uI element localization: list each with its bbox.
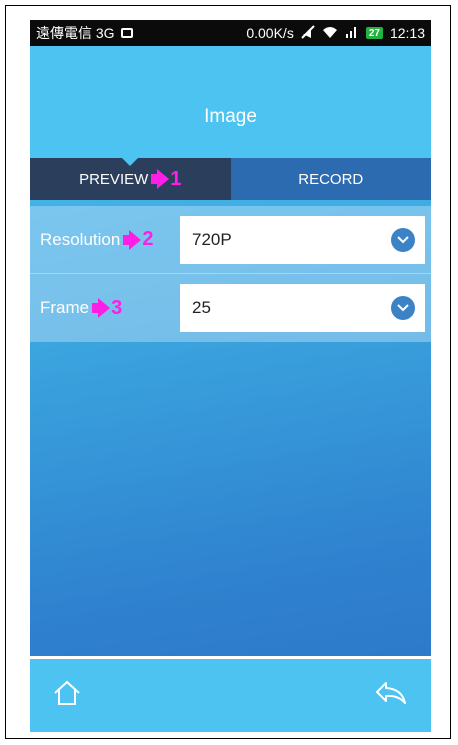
signal-icon (345, 26, 359, 40)
annotation-2: 2 (123, 228, 153, 251)
tab-preview[interactable]: PREVIEW 1 (30, 158, 231, 200)
annotation-1: 1 (151, 168, 181, 191)
app-body: Image PREVIEW 1 RECORD Resolution 2 720P… (30, 46, 431, 732)
phone-screen: 遠傳電信 3G 0.00K/s 27 12:13 Image PREVIEW 1… (30, 20, 431, 732)
settings-panel: Resolution 2 720P Frame 3 25 (30, 206, 431, 342)
annotation-arrow-icon (151, 169, 170, 189)
frame-value: 25 (192, 298, 211, 317)
annotation-number: 3 (111, 296, 123, 319)
back-icon[interactable] (374, 679, 408, 712)
status-bar: 遠傳電信 3G 0.00K/s 27 12:13 (30, 20, 431, 46)
carrier-text: 遠傳電信 3G (36, 25, 115, 41)
frame-row: Frame 3 25 (30, 274, 431, 342)
resolution-row: Resolution 2 720P (30, 206, 431, 274)
annotation-number: 1 (170, 167, 182, 190)
image-notification-icon (120, 28, 133, 38)
tab-record[interactable]: RECORD (230, 158, 431, 200)
resolution-label: Resolution (40, 229, 121, 249)
annotation-arrow-icon (92, 298, 111, 318)
chevron-down-icon[interactable] (391, 228, 415, 252)
wifi-icon (322, 26, 338, 41)
battery-icon: 27 (365, 27, 383, 39)
tab-record-label: RECORD (298, 170, 364, 188)
clock: 12:13 (389, 25, 425, 41)
battery-level: 27 (368, 27, 380, 39)
frame-label: Frame (40, 298, 90, 317)
frame-select[interactable]: 25 (180, 284, 425, 332)
resolution-value: 720P (192, 230, 232, 249)
chevron-down-icon[interactable] (391, 296, 415, 320)
bottom-bar (30, 656, 431, 732)
annotation-arrow-icon (123, 229, 142, 250)
mute-icon (301, 25, 315, 41)
network-speed: 0.00K/s (246, 25, 294, 41)
home-icon[interactable] (52, 679, 82, 712)
page-title: Image (204, 106, 257, 127)
tab-preview-label: PREVIEW (79, 170, 149, 188)
annotation-number: 2 (142, 228, 154, 250)
resolution-select[interactable]: 720P (180, 216, 425, 264)
carrier-group: 遠傳電信 3G (36, 23, 133, 43)
status-right: 0.00K/s 27 12:13 (246, 25, 425, 41)
annotation-3: 3 (92, 297, 122, 320)
resolution-label-group: Resolution 2 (40, 228, 153, 251)
tab-bar: PREVIEW 1 RECORD (30, 158, 431, 200)
header: Image (30, 46, 431, 158)
frame-label-group: Frame 3 (40, 297, 122, 320)
